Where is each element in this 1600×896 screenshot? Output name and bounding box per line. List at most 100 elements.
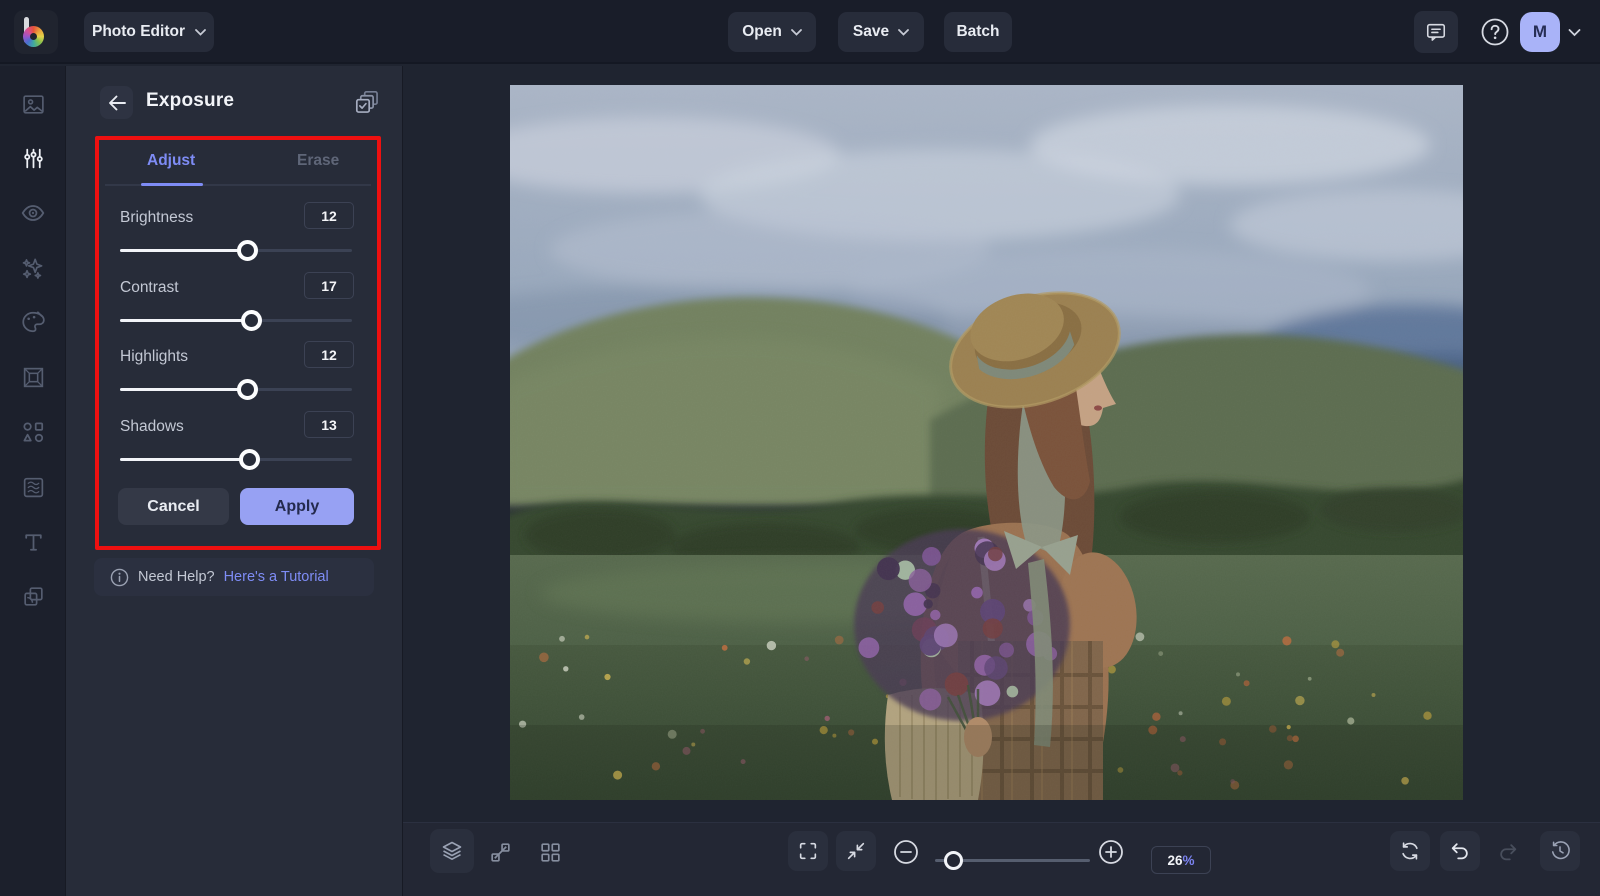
sidebar-item-overlays[interactable] bbox=[13, 576, 53, 616]
editor-canvas: 26% bbox=[403, 66, 1600, 896]
slider-value-field[interactable]: 17 bbox=[304, 272, 354, 299]
sidebar-item-effects[interactable] bbox=[13, 248, 53, 288]
tab-adjust[interactable]: Adjust bbox=[147, 152, 195, 170]
adjust-erase-tabs: Adjust Erase bbox=[105, 150, 371, 186]
sidebar-item-graphics[interactable] bbox=[13, 412, 53, 452]
slider-value-field[interactable]: 12 bbox=[304, 341, 354, 368]
slider-thumb[interactable] bbox=[238, 449, 260, 470]
undo-button[interactable] bbox=[1440, 831, 1480, 871]
save-button[interactable]: Save bbox=[838, 12, 924, 52]
slider-label: Brightness bbox=[120, 209, 194, 226]
slider-row-brightness: Brightness 12 bbox=[120, 202, 354, 266]
slider-row-shadows: Shadows 13 bbox=[120, 411, 354, 475]
redo-button bbox=[1493, 837, 1523, 867]
tool-sidebar bbox=[0, 66, 66, 896]
text-tool-icon bbox=[24, 533, 42, 551]
batch-apply-copies-icon bbox=[355, 90, 378, 113]
active-tab-underline bbox=[141, 183, 203, 186]
sidebar-item-edit[interactable] bbox=[13, 138, 53, 178]
zoom-slider-knob[interactable] bbox=[944, 851, 964, 870]
back-arrow-icon bbox=[108, 95, 126, 110]
resize-button[interactable] bbox=[485, 837, 515, 867]
sidebar-item-text[interactable] bbox=[13, 522, 53, 562]
help-button[interactable] bbox=[1478, 15, 1512, 49]
need-help-row: Need Help? Here's a Tutorial bbox=[94, 558, 374, 596]
photo-editor-label: Photo Editor bbox=[92, 23, 185, 40]
sidebar-item-image-manager[interactable] bbox=[13, 84, 53, 124]
slider-thumb[interactable] bbox=[236, 379, 258, 400]
question-mark-icon bbox=[1481, 18, 1509, 46]
slider-value-field[interactable]: 13 bbox=[304, 411, 354, 438]
undo-icon bbox=[1451, 843, 1468, 860]
chevron-down-icon bbox=[195, 28, 206, 36]
resize-diagonal-icon bbox=[490, 842, 510, 862]
slider-thumb[interactable] bbox=[241, 310, 263, 331]
feedback-button[interactable] bbox=[1414, 11, 1458, 53]
exposure-panel: Exposure Adjust Erase Brightness 12 Contra… bbox=[66, 66, 403, 896]
canvas-toolbar: 26% bbox=[403, 822, 1600, 896]
apply-button[interactable]: Apply bbox=[240, 488, 354, 525]
touch-up-eye-icon bbox=[21, 205, 45, 221]
tutorial-link[interactable]: Here's a Tutorial bbox=[224, 569, 329, 585]
tab-erase[interactable]: Erase bbox=[297, 152, 339, 170]
slider-track[interactable] bbox=[120, 310, 352, 331]
effects-sparkles-icon bbox=[22, 258, 43, 279]
chevron-down-icon bbox=[898, 28, 909, 36]
sidebar-item-artsy[interactable] bbox=[13, 302, 53, 342]
panel-title: Exposure bbox=[146, 90, 235, 111]
zoom-in-button[interactable] bbox=[1096, 837, 1126, 867]
fullscreen-button[interactable] bbox=[788, 831, 828, 871]
need-help-text: Need Help? bbox=[138, 569, 215, 585]
edit-adjustments-icon bbox=[23, 148, 43, 168]
slider-thumb[interactable] bbox=[236, 240, 258, 261]
sidebar-item-textures[interactable] bbox=[13, 467, 53, 507]
slider-label: Contrast bbox=[120, 279, 179, 296]
panel-actions: Cancel Apply bbox=[118, 488, 354, 525]
batch-button[interactable]: Batch bbox=[944, 12, 1012, 52]
textures-icon bbox=[23, 477, 43, 497]
layers-button[interactable] bbox=[430, 829, 474, 873]
overlays-icon bbox=[23, 586, 43, 606]
fullscreen-icon bbox=[799, 842, 817, 860]
logo-b-icon bbox=[23, 17, 49, 47]
zoom-slider[interactable] bbox=[935, 851, 1090, 870]
slider-track[interactable] bbox=[120, 240, 352, 261]
image-manager-icon bbox=[22, 94, 44, 114]
slider-row-contrast: Contrast 17 bbox=[120, 272, 354, 336]
slider-label: Highlights bbox=[120, 348, 189, 365]
zoom-in-icon bbox=[1099, 840, 1123, 864]
info-icon bbox=[110, 568, 129, 586]
fit-to-screen-button[interactable] bbox=[836, 831, 876, 871]
cancel-button[interactable]: Cancel bbox=[118, 488, 229, 525]
artsy-palette-icon bbox=[22, 311, 45, 333]
grid-view-icon bbox=[540, 842, 560, 862]
slider-label: Shadows bbox=[120, 418, 184, 435]
grid-view-button[interactable] bbox=[535, 837, 565, 867]
frames-icon bbox=[23, 367, 43, 387]
zoom-out-button[interactable] bbox=[891, 837, 921, 867]
slider-track[interactable] bbox=[120, 449, 352, 470]
account-avatar[interactable]: M bbox=[1520, 12, 1560, 52]
redo-icon bbox=[1500, 844, 1517, 861]
slider-value-field[interactable]: 12 bbox=[304, 202, 354, 229]
photo-editor-menu[interactable]: Photo Editor bbox=[84, 12, 214, 52]
layers-icon bbox=[442, 841, 462, 860]
slider-row-highlights: Highlights 12 bbox=[120, 341, 354, 405]
photo-image[interactable] bbox=[510, 85, 1463, 800]
reset-button[interactable] bbox=[1390, 831, 1430, 871]
graphics-shapes-icon bbox=[23, 422, 44, 443]
befunky-logo[interactable] bbox=[14, 10, 58, 54]
history-button[interactable] bbox=[1540, 831, 1580, 871]
open-button[interactable]: Open bbox=[728, 12, 816, 52]
history-icon bbox=[1551, 841, 1570, 860]
account-chevron-icon[interactable] bbox=[1568, 29, 1581, 37]
sidebar-item-frames[interactable] bbox=[13, 357, 53, 397]
zoom-percent-field[interactable]: 26% bbox=[1151, 846, 1211, 874]
top-bar: Photo Editor Open Save Batch M bbox=[0, 0, 1600, 64]
sidebar-item-touch-up[interactable] bbox=[13, 193, 53, 233]
chevron-down-icon bbox=[790, 28, 802, 36]
slider-track[interactable] bbox=[120, 379, 352, 400]
fit-to-screen-icon bbox=[847, 842, 865, 860]
batch-apply-button[interactable] bbox=[354, 89, 382, 117]
back-button[interactable] bbox=[100, 86, 133, 119]
